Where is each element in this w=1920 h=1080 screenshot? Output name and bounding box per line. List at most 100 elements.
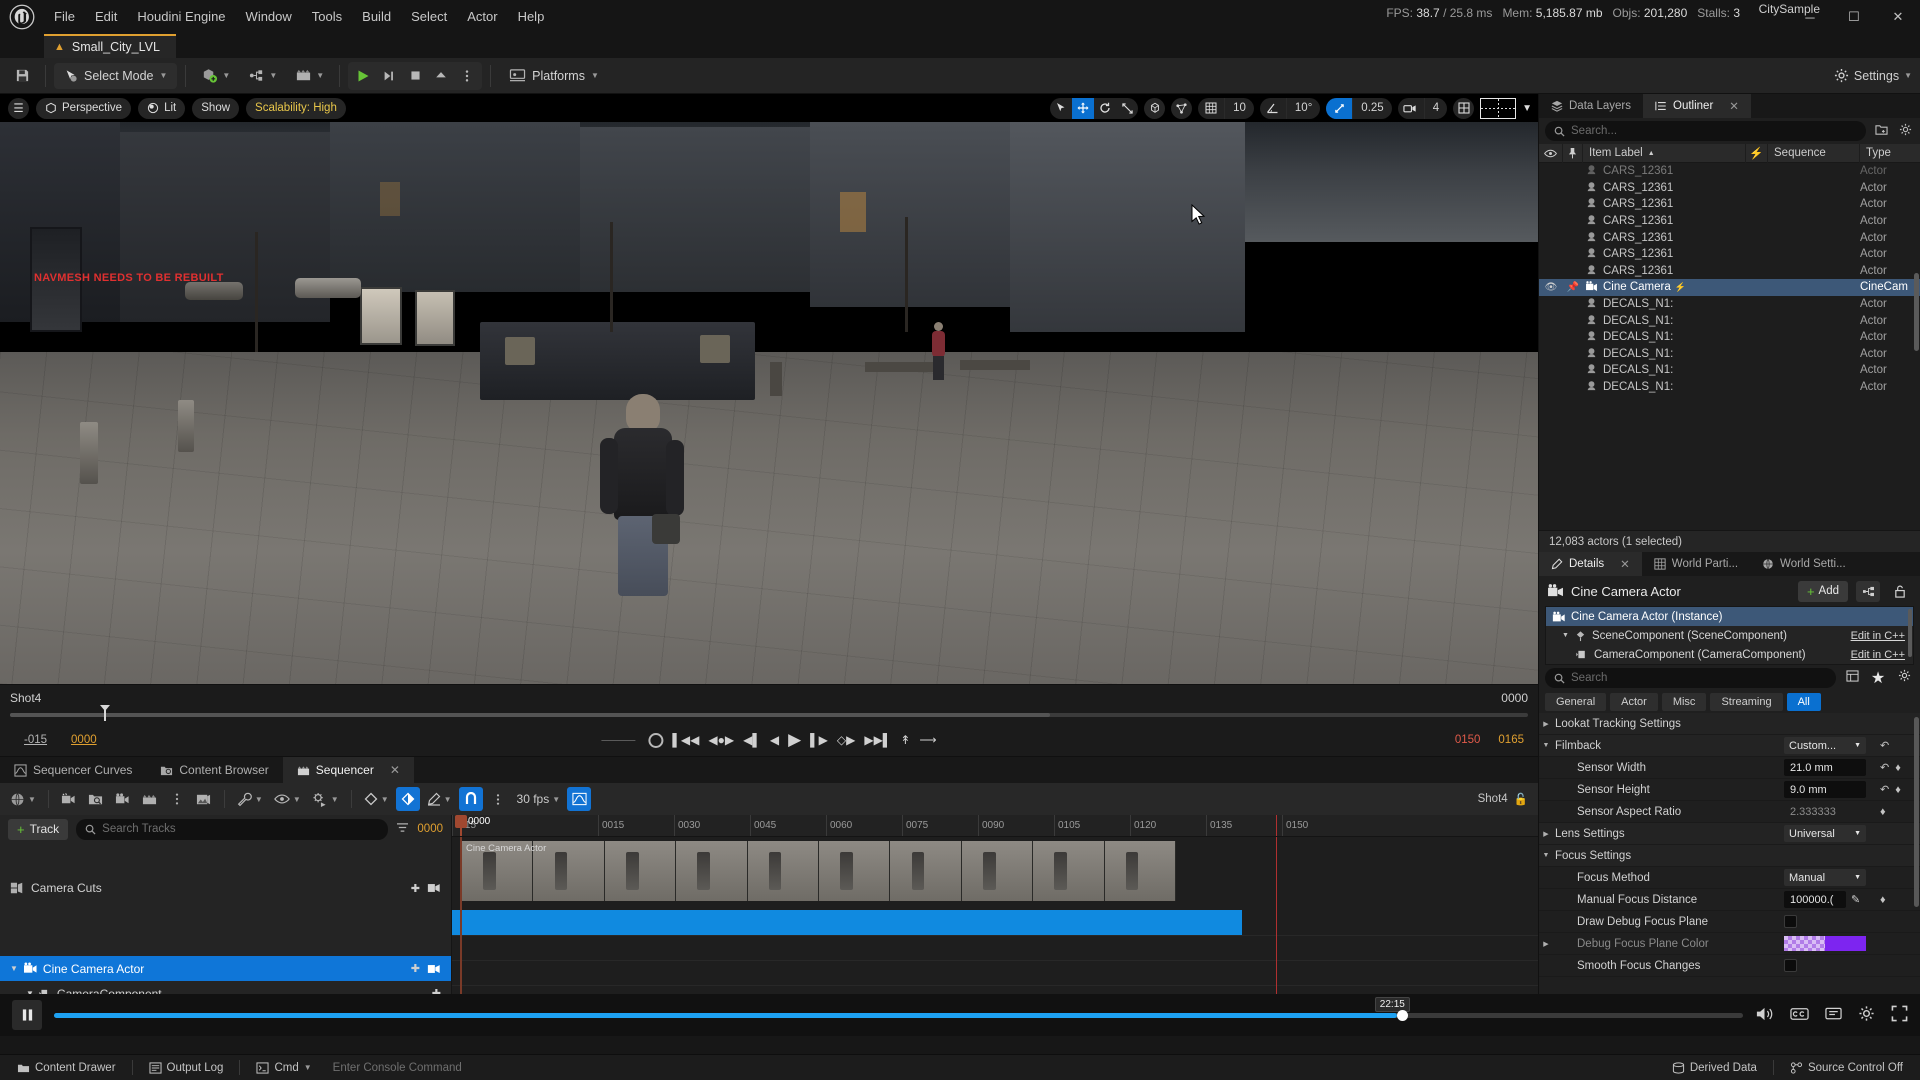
shot-scrubber-track[interactable] — [10, 713, 1528, 717]
col-type[interactable]: Type — [1860, 144, 1920, 163]
property-row[interactable]: Sensor Height9.0 mm↶♦ — [1539, 779, 1920, 801]
player-gear-icon[interactable] — [1858, 1005, 1875, 1025]
scale-snap-icon[interactable] — [1326, 98, 1352, 119]
component-tree[interactable]: Cine Camera Actor (Instance) ▼ SceneComp… — [1545, 606, 1914, 665]
platforms-button[interactable]: Platforms ▼ — [499, 63, 609, 89]
timeline-playhead[interactable]: 0000 — [460, 815, 462, 836]
play-options-icon[interactable] — [454, 63, 480, 89]
curve-editor-toggle[interactable] — [567, 787, 591, 811]
find-in-content-browser-icon[interactable] — [84, 787, 108, 811]
viewport-options-icon[interactable] — [1453, 98, 1474, 119]
filter-misc[interactable]: Misc — [1662, 693, 1707, 711]
property-row[interactable]: Sensor Aspect Ratio2.333333♦ — [1539, 801, 1920, 823]
scale-snap-value[interactable]: 0.25 — [1352, 98, 1391, 119]
play-in-editor-button[interactable] — [350, 63, 376, 89]
outliner-row[interactable]: CARS_12361Actor — [1539, 246, 1920, 263]
details-settings-gear-icon[interactable] — [1894, 669, 1914, 687]
loop-button[interactable]: ◀●▶ — [708, 733, 734, 747]
playback-options-icon[interactable]: ▼ — [308, 787, 343, 811]
favorites-star-icon[interactable]: ★ — [1868, 668, 1888, 688]
menu-help[interactable]: Help — [508, 0, 555, 34]
outliner-row[interactable]: DECALS_N1:Actor — [1539, 312, 1920, 329]
viewport-show-menu[interactable]: Show — [192, 98, 239, 119]
add-key-icon[interactable]: ✚ — [411, 882, 420, 895]
outliner-row[interactable]: CARS_12361Actor — [1539, 196, 1920, 213]
add-actor-button[interactable]: ▼ — [194, 63, 237, 89]
reset-to-default-icon[interactable]: ↶ — [1880, 783, 1889, 796]
tail-frame[interactable]: 0165 — [1498, 734, 1524, 746]
outliner-settings-gear-icon[interactable] — [1896, 123, 1914, 139]
collapse-triangle-icon[interactable]: ▼ — [1539, 852, 1553, 859]
close-sequencer-icon[interactable]: ✕ — [390, 763, 400, 777]
property-value[interactable]: Universal▼ — [1784, 825, 1872, 842]
expand-triangle-icon[interactable]: ▶ — [1539, 720, 1553, 728]
range-start-frame[interactable]: -015 — [24, 734, 47, 746]
tab-sequencer-curves[interactable]: Sequencer Curves — [0, 757, 146, 783]
sequencer-more-options-icon[interactable] — [165, 787, 189, 811]
outliner-row[interactable]: CARS_12361Actor — [1539, 180, 1920, 197]
property-value[interactable] — [1784, 936, 1872, 951]
col-pin-icon[interactable] — [1563, 144, 1583, 163]
outliner-row[interactable]: DECALS_N1:Actor — [1539, 296, 1920, 313]
filter-streaming[interactable]: Streaming — [1710, 693, 1782, 711]
property-row[interactable]: Smooth Focus Changes — [1539, 955, 1920, 977]
property-value[interactable] — [1784, 915, 1872, 928]
outliner-row[interactable]: CARS_12361Actor — [1539, 163, 1920, 180]
property-value[interactable] — [1784, 959, 1872, 972]
next-key-button[interactable]: ◇▶ — [837, 733, 855, 747]
view-options-eye-icon[interactable]: ▼ — [270, 787, 305, 811]
property-value[interactable]: 9.0 mm — [1784, 781, 1872, 798]
source-control-button[interactable]: Source Control Off — [1781, 1058, 1912, 1078]
add-track-button[interactable]: + Track — [8, 819, 68, 840]
filter-actor[interactable]: Actor — [1610, 693, 1658, 711]
player-scrubber[interactable]: 22:15 — [54, 1013, 1743, 1018]
minimize-icon[interactable]: ─ — [1788, 0, 1832, 34]
skip-button[interactable] — [376, 63, 402, 89]
outliner-list[interactable]: CARS_12361ActorCARS_12361ActorCARS_12361… — [1539, 163, 1920, 530]
outliner-row[interactable]: DECALS_N1:Actor — [1539, 329, 1920, 346]
grid-snap-icon[interactable] — [1198, 98, 1224, 119]
expand-triangle-icon[interactable]: ▼ — [10, 964, 18, 973]
angle-snap-icon[interactable] — [1260, 98, 1286, 119]
volume-icon[interactable] — [1755, 1006, 1774, 1025]
tab-data-layers[interactable]: Data Layers — [1539, 94, 1643, 118]
forward-arrow-button[interactable]: ⟶ — [919, 733, 936, 747]
out-frame[interactable]: 0150 — [1455, 734, 1481, 746]
property-input[interactable]: 100000.( — [1784, 891, 1846, 908]
unreal-logo-icon[interactable] — [0, 0, 44, 34]
property-row[interactable]: ▶Lens SettingsUniversal▼ — [1539, 823, 1920, 845]
frame-rate-selector[interactable]: 30 fps ▼ — [513, 787, 565, 811]
clapperboard-icon[interactable] — [138, 787, 162, 811]
menu-tools[interactable]: Tools — [302, 0, 352, 34]
property-dropdown[interactable]: Manual▼ — [1784, 869, 1866, 886]
eyedropper-icon[interactable]: ✎ — [1851, 893, 1860, 906]
property-input[interactable]: 9.0 mm — [1784, 781, 1866, 798]
output-log-button[interactable]: Output Log — [140, 1058, 233, 1078]
add-keyframe-icon[interactable]: ♦ — [1880, 806, 1886, 818]
expand-triangle-icon[interactable]: ▶ — [1539, 940, 1553, 948]
move-tool-icon[interactable] — [1072, 98, 1094, 119]
close-icon[interactable]: ✕ — [1876, 0, 1920, 34]
property-color-swatch[interactable] — [1784, 936, 1866, 951]
track-search-input[interactable]: Search Tracks — [76, 819, 388, 840]
grid-snap-control[interactable]: 10 — [1198, 98, 1254, 119]
filter-general[interactable]: General — [1545, 693, 1606, 711]
close-outliner-icon[interactable]: ✕ — [1729, 99, 1739, 113]
settings-button[interactable]: Settings ▼ — [1834, 68, 1912, 83]
outliner-search-input[interactable]: Search... — [1545, 121, 1866, 141]
property-dropdown[interactable]: Custom...▼ — [1784, 737, 1866, 754]
lock-icon[interactable]: 🔓 — [1514, 792, 1528, 806]
row-visibility-eye-icon[interactable]: 👁 — [1539, 282, 1563, 293]
play-button[interactable]: ▶ — [788, 730, 801, 750]
property-row[interactable]: Draw Debug Focus Plane — [1539, 911, 1920, 933]
viewport-menu-icon[interactable]: ☰ — [8, 98, 29, 119]
property-value[interactable]: 100000.( ✎ — [1784, 891, 1872, 908]
viewport-scene[interactable]: NAVMESH NEEDS TO BE REBUILT — [0, 122, 1538, 684]
add-keyframe-icon[interactable]: ♦ — [1895, 784, 1901, 796]
property-checkbox[interactable] — [1784, 915, 1797, 928]
menu-houdini-engine[interactable]: Houdini Engine — [127, 0, 235, 34]
edit-in-cpp-link[interactable]: Edit in C++ — [1851, 630, 1905, 642]
step-back-button[interactable]: ◀ — [770, 733, 779, 747]
viewport-view-mode[interactable]: Lit — [138, 98, 185, 119]
tab-world-settings[interactable]: World Setti... — [1750, 552, 1858, 576]
